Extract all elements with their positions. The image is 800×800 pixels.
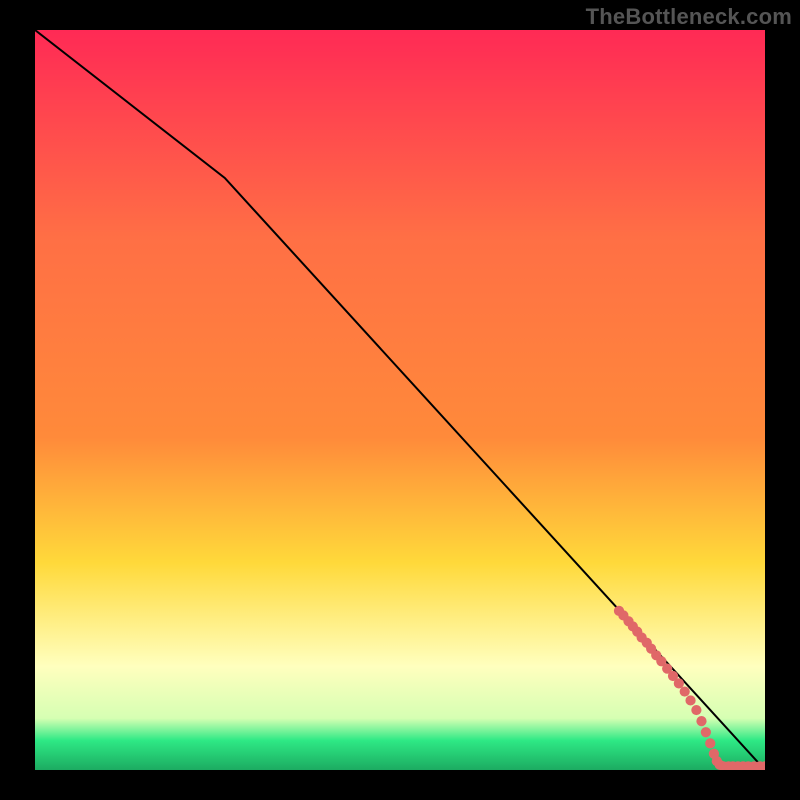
- data-point: [685, 695, 695, 705]
- data-point: [701, 727, 711, 737]
- data-point: [680, 686, 690, 696]
- watermark-text: TheBottleneck.com: [586, 4, 792, 30]
- data-point: [696, 716, 706, 726]
- chart-frame: TheBottleneck.com: [0, 0, 800, 800]
- data-point: [691, 705, 701, 715]
- plot-area: [35, 30, 765, 770]
- data-point: [705, 738, 715, 748]
- chart-svg: [35, 30, 765, 770]
